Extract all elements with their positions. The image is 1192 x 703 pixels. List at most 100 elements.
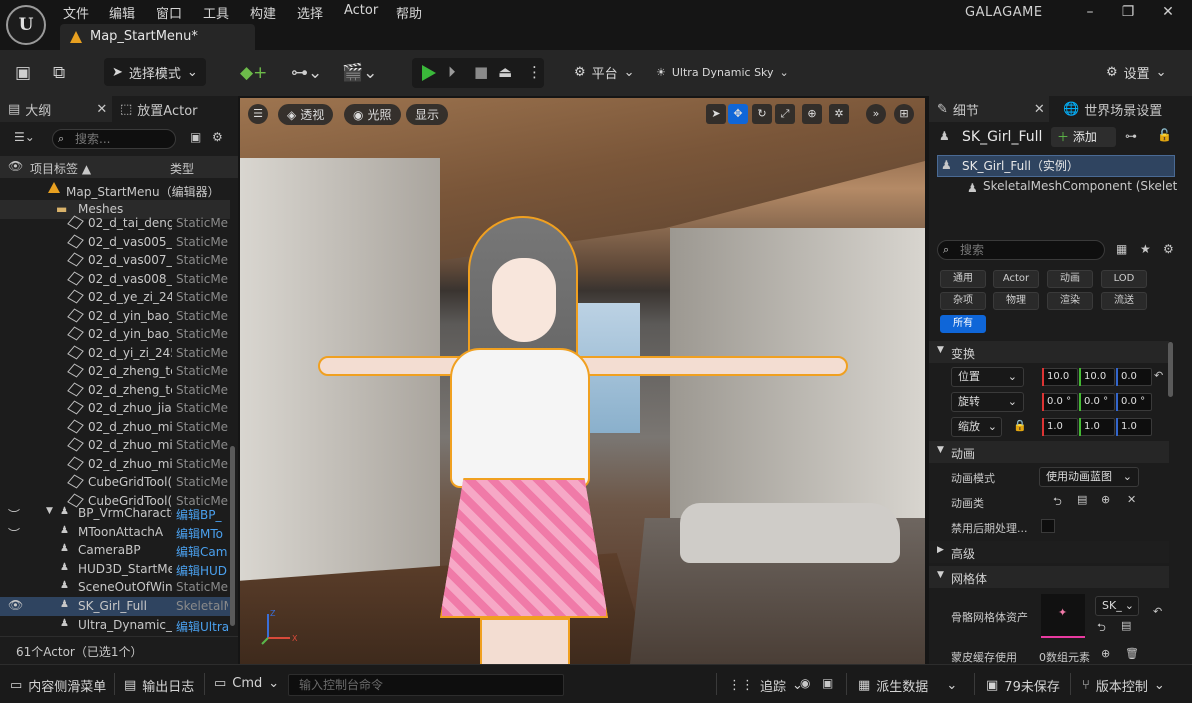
step-icon[interactable]: ⏵: [448, 63, 456, 81]
row-type[interactable]: 编辑Ultra: [176, 618, 228, 635]
menu-build[interactable]: 构建: [250, 3, 276, 22]
select-mode-dropdown[interactable]: ➤ 选择模式 ⌄: [104, 58, 206, 86]
component-instance-row[interactable]: SK_Girl_Full（实例）: [937, 155, 1175, 177]
level-viewport[interactable]: ☰ ◈ 透视 ◉ 光照 显示 ➤ ✥ ↻ ⤢ ⊕ ✲ » ⊞ Z X: [240, 98, 925, 664]
close-tab-icon[interactable]: ✕: [96, 102, 107, 117]
derived-data-dropdown[interactable]: ▦ 派生数据 ⌄: [858, 676, 957, 695]
table-row[interactable]: 👁 ♟ SK_Girl_Full SkeletalM: [0, 597, 230, 616]
section-advanced[interactable]: ▶ 高级: [929, 541, 1169, 563]
table-row[interactable]: 02_d_vas007_ StaticMe: [0, 251, 230, 270]
section-transform[interactable]: ▼ 变换: [929, 341, 1169, 363]
menu-window[interactable]: 窗口: [156, 3, 182, 22]
scale-tool-icon[interactable]: ⤢: [775, 104, 795, 124]
table-row[interactable]: 02_d_yi_zi_245 StaticMe: [0, 344, 230, 363]
table-row[interactable]: ︶ ▼ ♟ BP_VrmCharacte 编辑BP_: [0, 504, 230, 523]
filter-icon[interactable]: ☰⌄: [14, 130, 35, 144]
close-icon[interactable]: ✕: [1158, 2, 1178, 22]
section-mesh[interactable]: ▼ 网格体: [929, 566, 1169, 588]
rotation-dropdown[interactable]: 旋转 ⌄: [951, 392, 1024, 412]
gear-icon[interactable]: ⚙: [212, 130, 223, 144]
snap-icon[interactable]: ✲: [829, 104, 849, 124]
save-icon[interactable]: ▣: [15, 63, 31, 83]
table-row[interactable]: 02_d_zhuo_mi StaticMe: [0, 436, 230, 455]
lock-icon[interactable]: 🔒: [1013, 419, 1027, 432]
tab-place-actor[interactable]: ⬚ 放置Actor: [112, 96, 238, 122]
row-type[interactable]: 编辑Cam: [176, 543, 228, 560]
output-log-button[interactable]: ▤ 输出日志: [124, 676, 194, 695]
row-type[interactable]: 编辑BP_: [176, 506, 228, 523]
reset-icon[interactable]: ↶: [1153, 605, 1162, 618]
sky-dropdown[interactable]: ☀ Ultra Dynamic Sky ⌄: [648, 58, 797, 86]
content-drawer-button[interactable]: ▭ 内容侧滑菜单: [10, 676, 106, 695]
table-view-icon[interactable]: ▦: [1116, 242, 1127, 256]
layout-icon[interactable]: ⊞: [894, 104, 914, 124]
row-type[interactable]: 编辑MTo: [176, 525, 228, 542]
rotation-y-field[interactable]: 0.0 °: [1079, 393, 1115, 411]
map-row[interactable]: Map_StartMenu（编辑器）: [0, 181, 230, 200]
favorites-icon[interactable]: ★: [1140, 242, 1151, 256]
character-face[interactable]: [492, 258, 556, 342]
category-actor[interactable]: Actor: [993, 270, 1039, 288]
expand-toolbar-icon[interactable]: »: [866, 104, 886, 124]
eject-icon[interactable]: ⏏: [498, 63, 512, 81]
add-folder-icon[interactable]: ▣: [190, 130, 201, 144]
table-row[interactable]: 02_d_zheng_tc StaticMe: [0, 362, 230, 381]
location-y-field[interactable]: 10.0: [1079, 368, 1115, 386]
clear-icon[interactable]: ✕: [1127, 493, 1136, 506]
record-icon[interactable]: ◉: [800, 676, 810, 690]
category-streaming[interactable]: 流送: [1101, 292, 1147, 310]
category-animation[interactable]: 动画: [1047, 270, 1093, 288]
delete-icon[interactable]: 🗑: [1125, 647, 1139, 660]
scale-x-field[interactable]: 1.0: [1042, 418, 1078, 436]
source-control-button[interactable]: ⑂ 版本控制 ⌄: [1082, 676, 1165, 695]
menu-edit[interactable]: 编辑: [109, 3, 135, 22]
use-selected-icon[interactable]: ⮌: [1053, 493, 1062, 512]
mesh-thumbnail[interactable]: ✦: [1041, 594, 1085, 638]
table-row[interactable]: 02_d_zhuo_jia StaticMe: [0, 399, 230, 418]
category-physics[interactable]: 物理: [993, 292, 1039, 310]
hidden-eye-icon[interactable]: ︶: [8, 506, 20, 523]
lock-icon[interactable]: 🔓: [1157, 128, 1172, 142]
reset-icon[interactable]: ↶: [1154, 369, 1163, 382]
browse-icon[interactable]: ▤: [1077, 493, 1087, 506]
visibility-icon[interactable]: 👁: [8, 598, 23, 612]
anim-mode-dropdown[interactable]: 使用动画蓝图 ⌄: [1039, 467, 1139, 487]
viewport-menu-icon[interactable]: ☰: [248, 104, 268, 124]
add-icon[interactable]: ⊕: [1101, 493, 1110, 506]
table-row[interactable]: 02_d_yin_bao_ StaticMe: [0, 307, 230, 326]
table-row[interactable]: ♟ Ultra_Dynamic_S 编辑Ultra: [0, 616, 230, 635]
table-row[interactable]: 02_d_vas005_ StaticMe: [0, 233, 230, 252]
menu-file[interactable]: 文件: [63, 3, 89, 22]
table-row[interactable]: 02_d_ye_zi_24 StaticMe: [0, 288, 230, 307]
table-row[interactable]: 02_d_zheng_tc StaticMe: [0, 381, 230, 400]
rotation-x-field[interactable]: 0.0 °: [1042, 393, 1078, 411]
browse-content-icon[interactable]: ⧉: [53, 63, 65, 83]
platform-dropdown[interactable]: ⚙ 平台 ⌄: [566, 58, 643, 86]
section-animation[interactable]: ▼ 动画: [929, 441, 1169, 463]
row-type[interactable]: 编辑HUD: [176, 562, 228, 579]
category-lod[interactable]: LOD: [1101, 270, 1147, 288]
details-scrollbar[interactable]: [1168, 342, 1173, 397]
location-dropdown[interactable]: 位置 ⌄: [951, 367, 1024, 387]
actor-name[interactable]: SK_Girl_Full: [962, 129, 1042, 145]
gear-icon[interactable]: ⚙: [1163, 242, 1174, 256]
trace-dropdown[interactable]: ⋮⋮ 追踪 ⌄: [728, 676, 803, 695]
show-button[interactable]: 显示: [406, 104, 449, 125]
scale-dropdown[interactable]: 缩放 ⌄: [951, 417, 1002, 437]
location-x-field[interactable]: 10.0: [1042, 368, 1078, 386]
world-local-icon[interactable]: ⊕: [802, 104, 822, 124]
rotation-z-field[interactable]: 0.0 °: [1116, 393, 1152, 411]
cinematics-icon[interactable]: 🎬⌄: [342, 63, 377, 83]
chevron-down-icon[interactable]: ▼: [46, 506, 53, 516]
tab-outliner[interactable]: ▤ 大纲 ✕: [0, 96, 112, 122]
add-component-button[interactable]: ＋ 添加: [1051, 127, 1116, 147]
table-row[interactable]: 02_d_zhuo_mi StaticMe: [0, 455, 230, 474]
map-tab[interactable]: Map_StartMenu*: [60, 24, 255, 50]
table-row[interactable]: 02_d_tai_deng StaticMe: [0, 214, 230, 233]
tab-details[interactable]: ✎ 细节 ✕: [929, 96, 1049, 122]
menu-tools[interactable]: 工具: [203, 3, 229, 22]
unsaved-button[interactable]: ▣ 79未保存: [986, 676, 1060, 695]
console-input[interactable]: 输入控制台命令: [288, 674, 564, 696]
cmd-dropdown[interactable]: ▭ Cmd ⌄: [214, 676, 279, 691]
rotate-tool-icon[interactable]: ↻: [752, 104, 772, 124]
